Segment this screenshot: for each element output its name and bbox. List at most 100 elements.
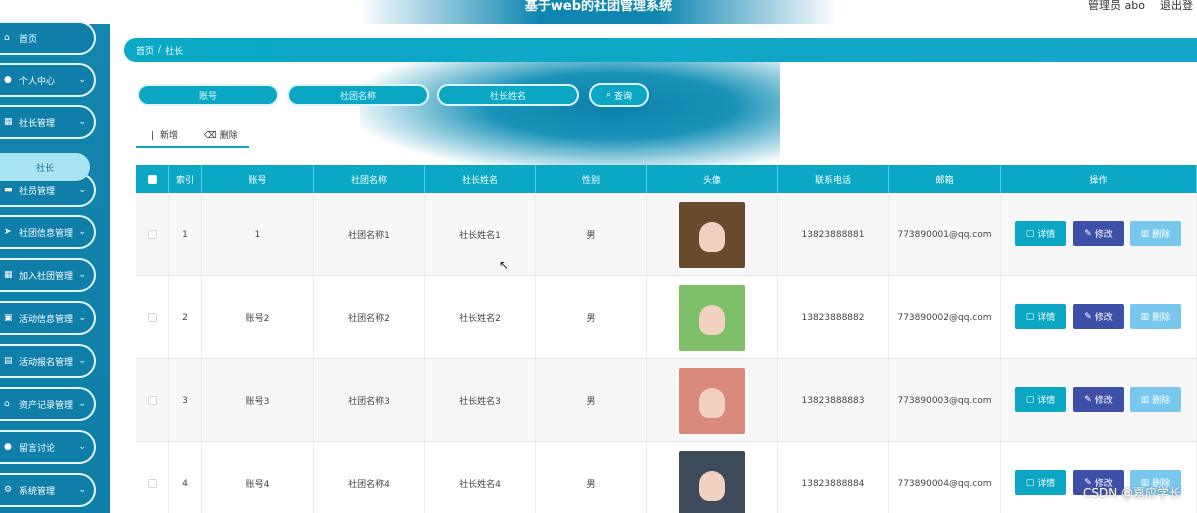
sidebar-item-8[interactable]: ⌂ 资产记录管理 ⌄ (0, 387, 96, 421)
column-header: 操作 (1001, 165, 1197, 193)
background-glow (360, 62, 780, 172)
detail-button[interactable]: ▢ 详情 (1015, 221, 1066, 246)
cell-email: 773890004@qq.com (889, 442, 1001, 513)
edit-button[interactable]: ✎ 修改 (1073, 304, 1124, 329)
table-header: 索引 账号 社团名称 社长姓名 性别 头像 联系电话 邮箱 操作 (136, 165, 1197, 193)
row-checkbox[interactable] (147, 396, 157, 405)
chevron-down-icon: ⌄ (78, 270, 86, 280)
sidebar-item-label: 个人中心 (19, 76, 56, 87)
cell-email: 773890001@qq.com (889, 193, 1001, 276)
column-header: 邮箱 (889, 165, 1001, 193)
table-row: 1 1 社团名称1 社长姓名1 男 13823888881 773890001@qq.com… (136, 193, 1197, 276)
avatar-face (699, 470, 725, 501)
table-row: 3 账号3 社团名称3 社长姓名3 男 13823888883 773890003@qq.c… (136, 359, 1197, 442)
sidebar-item-label: 社团信息管理 (19, 228, 74, 239)
account-search-input[interactable]: 账号 (137, 84, 279, 106)
cell-phone: 13823888882 (778, 276, 889, 359)
plus-icon: | (151, 131, 155, 141)
sidebar-subitem-leader[interactable]: 社长 (0, 153, 90, 181)
row-select-cell (136, 442, 169, 513)
detail-button[interactable]: ▢ 详情 (1015, 387, 1066, 412)
watermark: CSDN @嘉应学长 (1082, 486, 1181, 500)
edit-button[interactable]: ✎ 修改 (1073, 387, 1124, 412)
delete-selected-button[interactable]: ⌫ 删除 (204, 128, 238, 141)
cell-actions: ▢ 详情 ✎ 修改 ▥ 删除 (1001, 359, 1197, 442)
chevron-down-icon: ⌄ (78, 356, 86, 366)
select-all-checkbox[interactable] (147, 174, 157, 184)
sidebar-item-label: 首页 (19, 34, 38, 45)
club-name-search-input[interactable]: 社团名称 (287, 84, 429, 106)
cell-index: 2 (169, 276, 202, 359)
chevron-down-icon: ⌄ (78, 442, 86, 452)
toolbar-underline (136, 146, 249, 148)
sidebar-item-6[interactable]: ▣ 活动信息管理 ⌄ (0, 301, 96, 335)
gear-icon: ⚙ (4, 485, 13, 495)
delete-button-label: 删除 (1152, 396, 1171, 406)
cell-club: 社团名称4 (314, 442, 425, 513)
edit-icon: ✎ (1084, 394, 1092, 405)
column-header: 账号 (202, 165, 314, 193)
delete-selected-label: 删除 (219, 131, 238, 141)
sidebar-item-label: 资产记录管理 (19, 400, 74, 411)
sidebar-item-9[interactable]: ● 留言讨论 ⌄ (0, 430, 96, 464)
list-icon: ▤ (4, 356, 13, 366)
chevron-down-icon: ⌄ (78, 485, 86, 495)
sidebar-item-label: 加入社团管理 (19, 271, 74, 282)
column-header: 性别 (536, 165, 647, 193)
logout-link[interactable]: 退出登 (1160, 0, 1193, 12)
add-button-label: 新增 (160, 131, 179, 141)
delete-button[interactable]: ▥ 删除 (1130, 304, 1181, 329)
sidebar-item-10[interactable]: ⚙ 系统管理 ⌄ (0, 473, 96, 507)
add-button[interactable]: | 新增 (151, 128, 178, 141)
sidebar-item-label: 社员管理 (19, 186, 56, 197)
sidebar-item-2[interactable]: ▦ 社长管理 ⌄ (0, 105, 96, 139)
cell-leader: 社长姓名3 (425, 359, 536, 442)
edit-button-label: 修改 (1094, 313, 1113, 323)
detail-icon: ▢ (1025, 228, 1035, 239)
header-select-all (136, 165, 169, 193)
cell-account: 账号3 (202, 359, 314, 442)
sidebar-item-4[interactable]: ➤ 社团信息管理 ⌄ (0, 215, 96, 249)
building-icon: ▦ (4, 117, 13, 127)
detail-button[interactable]: ▢ 详情 (1015, 304, 1066, 329)
admin-label: 管理员 abo (1088, 0, 1145, 12)
trash-icon: ▥ (1140, 228, 1150, 239)
cell-account: 1 (202, 193, 314, 276)
cell-club: 社团名称3 (314, 359, 425, 442)
detail-icon: ▢ (1025, 394, 1035, 405)
delete-button-label: 删除 (1152, 230, 1171, 240)
breadcrumb-home[interactable]: 首页 (136, 44, 154, 57)
cell-phone: 13823888881 (778, 193, 889, 276)
home-icon: ⌂ (4, 33, 10, 43)
sidebar-item-1[interactable]: ● 个人中心 ⌄ (0, 63, 96, 97)
row-select-cell (136, 276, 169, 359)
row-checkbox[interactable] (147, 479, 157, 488)
delete-button[interactable]: ▥ 删除 (1130, 221, 1181, 246)
sidebar-item-label: 留言讨论 (19, 443, 56, 454)
delete-button[interactable]: ▥ 删除 (1130, 387, 1181, 412)
leader-name-search-input[interactable]: 社长姓名 (437, 84, 579, 106)
edit-button[interactable]: ✎ 修改 (1073, 221, 1124, 246)
user-icon: ● (4, 75, 12, 85)
home-icon: ⌂ (4, 399, 10, 409)
detail-button[interactable]: ▢ 详情 (1015, 470, 1066, 495)
table-row: 2 账号2 社团名称2 社长姓名2 男 13823888882 773890002@qq.c… (136, 276, 1197, 359)
cell-gender: 男 (536, 442, 647, 513)
query-button[interactable]: ⌕ 查询 (589, 83, 649, 107)
sidebar-item-5[interactable]: ▦ 加入社团管理 ⌄ (0, 258, 96, 292)
avatar (679, 201, 745, 268)
detail-button-label: 详情 (1037, 396, 1056, 406)
sidebar-item-7[interactable]: ▤ 活动报名管理 ⌄ (0, 344, 96, 378)
row-checkbox[interactable] (147, 230, 157, 239)
send-icon: ➤ (4, 227, 12, 237)
row-checkbox[interactable] (147, 313, 157, 322)
sidebar-item-0[interactable]: ⌂ 首页 (0, 21, 96, 55)
column-header: 头像 (647, 165, 778, 193)
chevron-down-icon: ⌄ (78, 313, 86, 323)
cell-phone: 13823888883 (778, 359, 889, 442)
sidebar-item-label: 社长管理 (19, 118, 56, 129)
column-header: 联系电话 (778, 165, 889, 193)
trash-icon: ⌫ (204, 131, 217, 141)
column-header: 社团名称 (314, 165, 425, 193)
chevron-down-icon: ⌄ (78, 117, 86, 127)
